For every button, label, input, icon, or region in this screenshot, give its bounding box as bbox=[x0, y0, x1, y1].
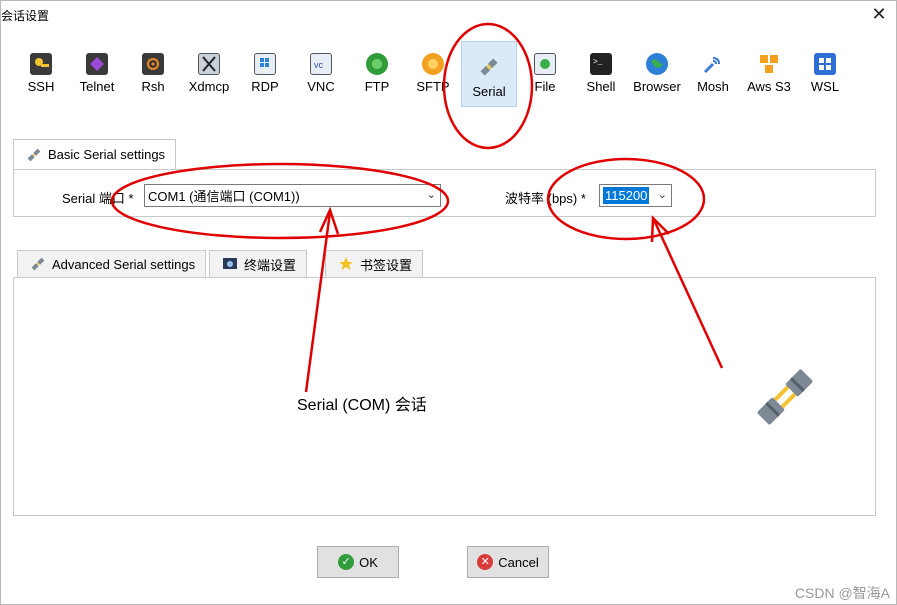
session-type-label: Telnet bbox=[79, 79, 115, 94]
session-type-label: Aws S3 bbox=[747, 79, 791, 94]
session-type-mosh[interactable]: Mosh bbox=[685, 41, 741, 107]
tab-label: Basic Serial settings bbox=[48, 147, 166, 162]
title-bar: 会话设置 ✕ bbox=[1, 1, 896, 29]
check-icon: ✓ bbox=[338, 554, 355, 570]
serial-plug-icon bbox=[26, 147, 42, 163]
session-type-label: WSL bbox=[810, 79, 840, 94]
shell-icon: >_ bbox=[590, 53, 612, 75]
session-type-wsl[interactable]: WSL bbox=[797, 41, 853, 107]
tab-bookmark-settings[interactable]: 书签设置 bbox=[325, 250, 424, 277]
terminal-settings-icon bbox=[222, 256, 238, 272]
star-icon bbox=[338, 256, 354, 272]
rdp-icon bbox=[254, 53, 276, 75]
session-type-rsh[interactable]: Rsh bbox=[125, 41, 181, 107]
tab-label: 书签设置 bbox=[360, 257, 413, 273]
serial-plug-icon bbox=[30, 256, 46, 272]
cancel-x-icon: ✕ bbox=[477, 554, 494, 570]
session-type-serial[interactable]: Serial bbox=[461, 41, 517, 107]
wsl-icon bbox=[814, 53, 836, 75]
session-type-file[interactable]: File bbox=[517, 41, 573, 107]
session-type-telnet[interactable]: Telnet bbox=[69, 41, 125, 107]
svg-text:>_: >_ bbox=[593, 58, 603, 67]
ssh-icon bbox=[30, 53, 52, 75]
tab-label: 终端设置 bbox=[244, 257, 297, 273]
svg-text:vc: vc bbox=[314, 60, 324, 70]
tab-terminal-settings[interactable]: 终端设置 bbox=[209, 250, 308, 277]
file-icon bbox=[534, 53, 556, 75]
vnc-icon: vc bbox=[310, 53, 332, 75]
serial-port-value: COM1 (通信端口 (COM1)) bbox=[148, 189, 300, 204]
tab-label: Advanced Serial settings bbox=[52, 256, 196, 272]
session-type-xdmcp[interactable]: Xdmcp bbox=[181, 41, 237, 107]
serial-port-label: Serial 端口 * bbox=[62, 191, 134, 206]
session-type-label: Mosh bbox=[697, 79, 729, 94]
rsh-icon bbox=[142, 53, 164, 75]
session-type-sftp[interactable]: SFTP bbox=[405, 41, 461, 107]
xdmcp-icon bbox=[198, 53, 220, 75]
session-type-label: Xdmcp bbox=[188, 79, 230, 94]
baud-rate-value: 115200 bbox=[603, 187, 650, 204]
cancel-button[interactable]: ✕ Cancel bbox=[467, 546, 549, 578]
session-type-shell[interactable]: >_ Shell bbox=[573, 41, 629, 107]
session-type-rdp[interactable]: RDP bbox=[237, 41, 293, 107]
serial-plug-icon bbox=[478, 56, 500, 78]
session-type-label: Serial bbox=[472, 84, 506, 99]
window-title: 会话设置 bbox=[1, 9, 50, 23]
session-type-ssh[interactable]: SSH bbox=[13, 41, 69, 107]
tab-basic-serial-settings[interactable]: Basic Serial settings bbox=[13, 139, 177, 169]
serial-port-select[interactable]: COM1 (通信端口 (COM1)) ⌄ bbox=[144, 184, 441, 207]
annotation-text: Serial (COM) 会话 bbox=[297, 397, 427, 414]
watermark: CSDN @智海A bbox=[794, 585, 890, 601]
sftp-icon bbox=[422, 53, 444, 75]
session-type-label: Shell bbox=[586, 79, 616, 94]
telnet-icon bbox=[86, 53, 108, 75]
session-type-row: SSH Telnet Rsh Xdmcp RDP vc VNC FTP SFTP bbox=[13, 41, 873, 111]
baud-rate-select[interactable]: 115200 ⌄ bbox=[599, 184, 672, 207]
cancel-label: Cancel bbox=[498, 554, 539, 570]
session-type-ftp[interactable]: FTP bbox=[349, 41, 405, 107]
session-type-label: FTP bbox=[364, 79, 390, 94]
chevron-down-icon: ⌄ bbox=[426, 189, 436, 201]
session-settings-dialog: 会话设置 ✕ SSH Telnet Rsh Xdmcp RDP vc VNC F… bbox=[0, 0, 897, 605]
session-type-label: RDP bbox=[251, 79, 279, 94]
session-type-label: VNC bbox=[307, 79, 335, 94]
mosh-icon bbox=[702, 53, 724, 75]
ftp-icon bbox=[366, 53, 388, 75]
browser-icon bbox=[646, 53, 668, 75]
ok-label: OK bbox=[359, 554, 378, 570]
session-type-aws-s3[interactable]: Aws S3 bbox=[741, 41, 797, 107]
session-type-label: File bbox=[534, 79, 556, 94]
session-type-label: SSH bbox=[27, 79, 55, 94]
advanced-settings-panel bbox=[13, 277, 876, 516]
serial-plug-large-icon bbox=[757, 369, 813, 425]
session-type-vnc[interactable]: vc VNC bbox=[293, 41, 349, 107]
ok-button[interactable]: ✓ OK bbox=[317, 546, 399, 578]
basic-settings-panel: Serial 端口 * COM1 (通信端口 (COM1)) ⌄ 波特率 (bp… bbox=[13, 169, 876, 217]
baud-rate-label: 波特率 (bps) * bbox=[505, 191, 586, 206]
aws-s3-icon bbox=[758, 53, 780, 75]
session-type-browser[interactable]: Browser bbox=[629, 41, 685, 107]
session-type-label: Rsh bbox=[141, 79, 165, 94]
close-button[interactable]: ✕ bbox=[868, 3, 890, 25]
tab-advanced-serial-settings[interactable]: Advanced Serial settings bbox=[17, 250, 207, 277]
chevron-down-icon: ⌄ bbox=[657, 189, 667, 201]
session-type-label: SFTP bbox=[416, 79, 450, 94]
session-type-label: Browser bbox=[633, 79, 681, 94]
